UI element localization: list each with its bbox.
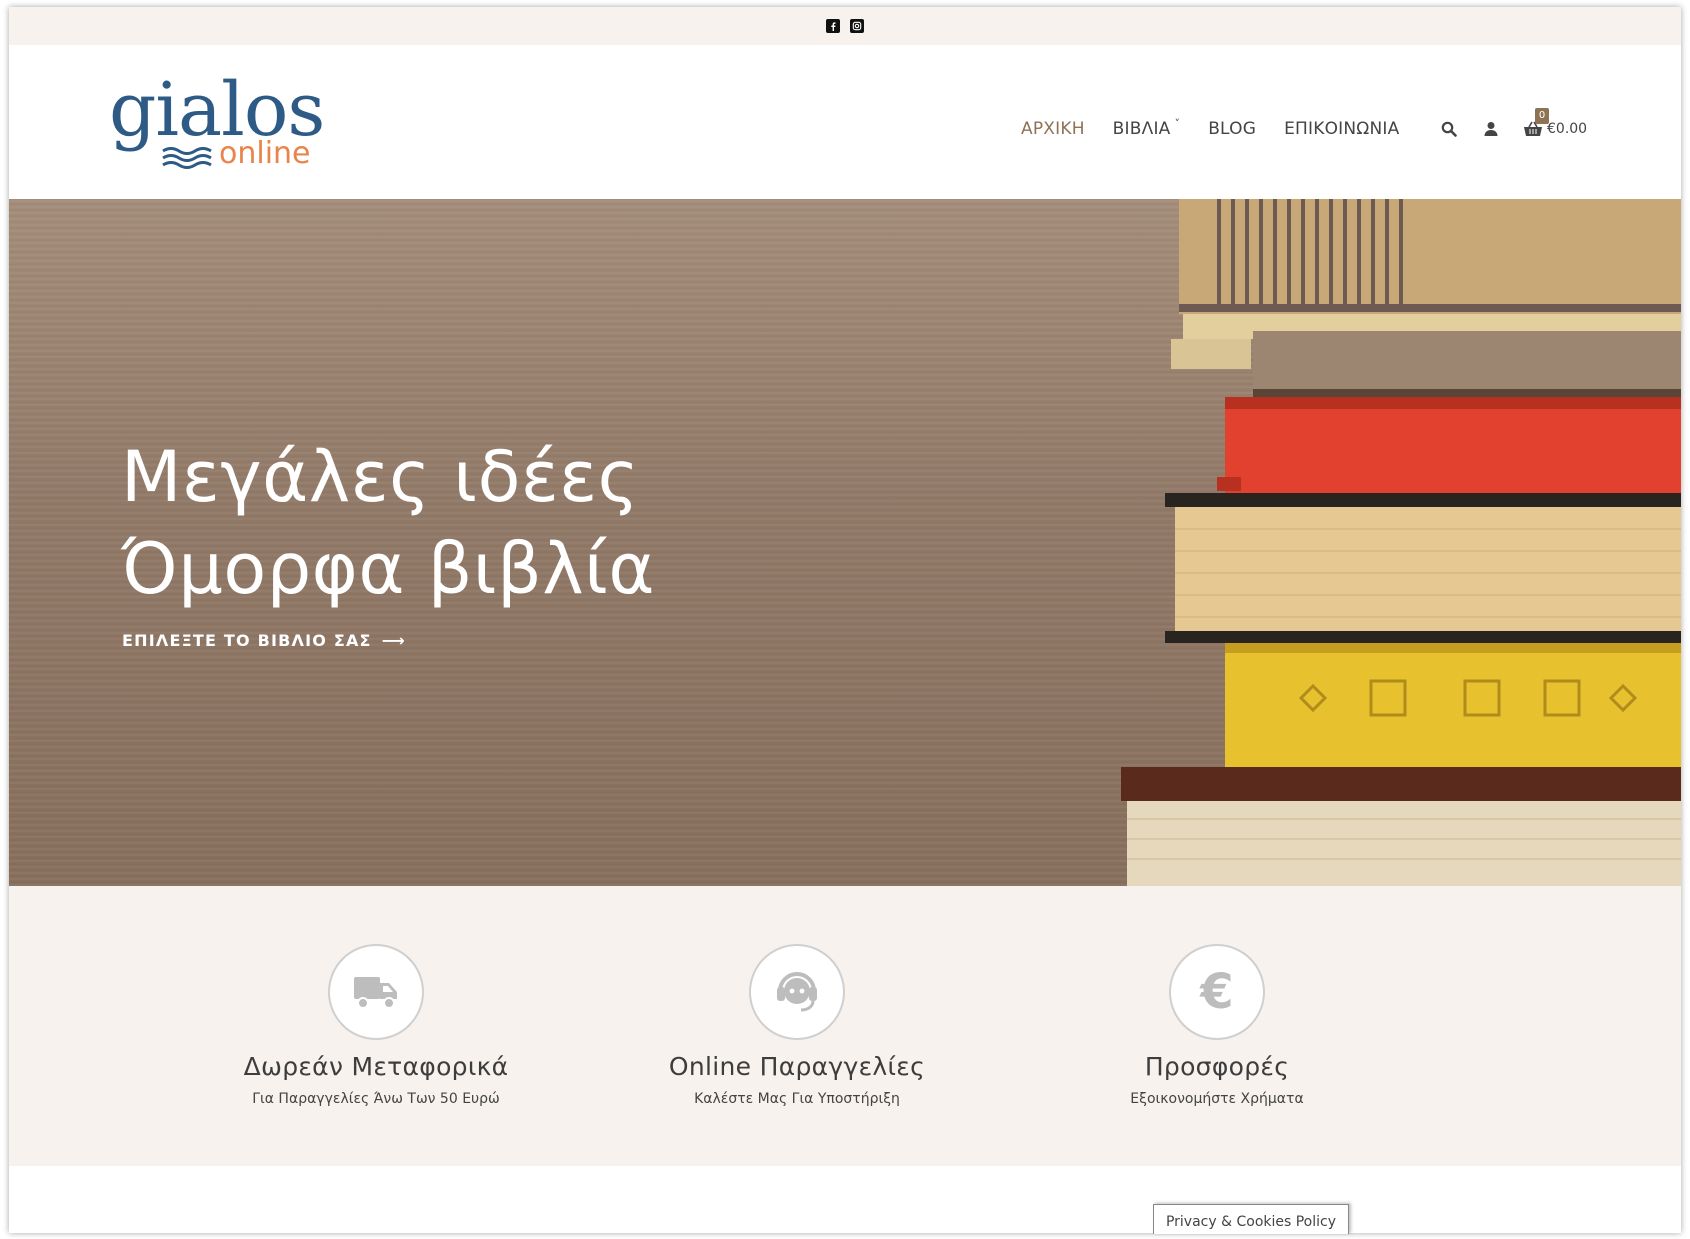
nav-label: ΒΙΒΛΙΑ: [1112, 119, 1171, 139]
feature-offers: € Προσφορές Εξοικονομήστε Χρήματα: [1027, 944, 1407, 1107]
chevron-down-icon: ˅: [1174, 116, 1181, 130]
instagram-icon[interactable]: [850, 19, 864, 33]
feature-online-orders: Online Παραγγελίες Καλέστε Μας Για Υποστ…: [607, 944, 987, 1107]
nav-label: BLOG: [1208, 119, 1257, 139]
feature-subtitle: Για Παραγγελίες Άνω Των 50 Ευρώ: [252, 1091, 500, 1107]
nav-item-contact[interactable]: ΕΠΙΚΟΙΝΩΝΙΑ: [1284, 105, 1399, 139]
hero-title-line1: Μεγάλες ιδέες: [121, 436, 640, 518]
site-header: gialos online ΑΡΧΙΚΗ ΒΙΒΛΙΑ ˅ BLOG ΕΠΙΚΟ…: [9, 45, 1681, 199]
page-frame: gialos online ΑΡΧΙΚΗ ΒΙΒΛΙΑ ˅ BLOG ΕΠΙΚΟ…: [9, 7, 1681, 1233]
feature-free-shipping: Δωρεάν Μεταφορικά Για Παραγγελίες Άνω Τω…: [186, 944, 566, 1107]
logo-subtext: online: [219, 136, 311, 171]
euro-icon: €: [1169, 944, 1265, 1040]
cta-label: ΕΠΙΛΕΞΤΕ ΤΟ ΒΙΒΛΙΟ ΣΑΣ: [122, 631, 372, 650]
waves-icon: [162, 147, 212, 169]
nav-label: ΕΠΙΚΟΙΝΩΝΙΑ: [1284, 119, 1400, 139]
main-nav: ΑΡΧΙΚΗ ΒΙΒΛΙΑ ˅ BLOG ΕΠΙΚΟΙΝΩΝΙΑ: [1021, 45, 1399, 199]
hero-title-line2: Όμορφα βιβλία: [121, 528, 656, 610]
book-stack-illustration: [1121, 199, 1681, 886]
headset-icon: [749, 944, 845, 1040]
choose-book-link[interactable]: ΕΠΙΛΕΞΤΕ ΤΟ ΒΙΒΛΙΟ ΣΑΣ ⟶: [122, 631, 406, 650]
cart-total: €0.00: [1547, 121, 1588, 137]
nav-label: ΑΡΧΙΚΗ: [1021, 119, 1085, 139]
cart-count-badge: 0: [1535, 108, 1549, 124]
facebook-icon[interactable]: [826, 19, 840, 33]
search-icon[interactable]: [1439, 119, 1459, 139]
features-band: Δωρεάν Μεταφορικά Για Παραγγελίες Άνω Τω…: [9, 886, 1681, 1166]
site-logo[interactable]: gialos online: [109, 67, 329, 177]
feature-subtitle: Εξοικονομήστε Χρήματα: [1130, 1091, 1304, 1107]
feature-title: Προσφορές: [1144, 1052, 1290, 1081]
hero-title: Μεγάλες ιδέες Όμορφα βιβλία: [121, 431, 655, 615]
feature-title: Online Παραγγελίες: [668, 1052, 926, 1081]
header-tools: 0 €0.00: [1439, 45, 1587, 199]
hero-banner: Μεγάλες ιδέες Όμορφα βιβλία ΕΠΙΛΕΞΤΕ ΤΟ …: [9, 199, 1681, 886]
cart-button[interactable]: 0 €0.00: [1523, 108, 1588, 138]
privacy-policy-tab[interactable]: Privacy & Cookies Policy: [1153, 1204, 1349, 1234]
nav-item-home[interactable]: ΑΡΧΙΚΗ: [1021, 105, 1085, 139]
feature-subtitle: Καλέστε Μας Για Υποστήριξη: [694, 1091, 900, 1107]
feature-title: Δωρεάν Μεταφορικά: [243, 1052, 509, 1081]
nav-item-books[interactable]: ΒΙΒΛΙΑ ˅: [1112, 105, 1181, 140]
nav-item-blog[interactable]: BLOG: [1208, 105, 1256, 139]
top-bar: [9, 7, 1681, 45]
user-icon[interactable]: [1481, 119, 1501, 139]
arrow-right-icon: ⟶: [381, 631, 406, 650]
truck-icon: [328, 944, 424, 1040]
privacy-label: Privacy & Cookies Policy: [1165, 1214, 1337, 1230]
